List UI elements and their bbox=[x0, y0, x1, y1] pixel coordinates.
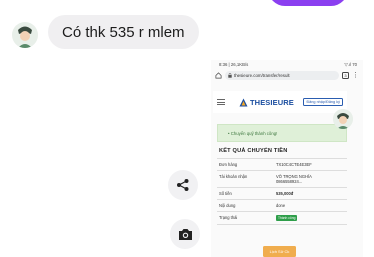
history-button: Lịch Sử Ck bbox=[263, 246, 296, 257]
browser-url-bar: thesieure.com/transfer/result 3 ⋮ bbox=[211, 69, 363, 82]
amount-value: 535,000đ bbox=[276, 191, 294, 196]
status-signal: ▽.ıl 70 bbox=[344, 61, 357, 67]
support-avatar-image bbox=[333, 109, 353, 129]
row-value: Thành công bbox=[276, 212, 347, 224]
recipient-account: 0866558924... bbox=[276, 179, 303, 184]
success-alert: • Chuyển quỹ thành công! bbox=[217, 124, 347, 142]
table-row: Đơn hàng TX10C4CTE4E3EF bbox=[217, 159, 347, 171]
row-label: Nội dung bbox=[219, 203, 236, 208]
table-row: Số tiền 535,000đ bbox=[217, 188, 347, 200]
table-row: Tài khoản nhận VÕ TRỌNG NGHĨA 0866558924… bbox=[217, 171, 347, 188]
more-menu-icon: ⋮ bbox=[352, 71, 359, 79]
success-message: Chuyển quỹ thành công! bbox=[230, 130, 278, 136]
url-text: thesieure.com/transfer/result bbox=[234, 73, 290, 78]
logo-text: THESIEURE bbox=[250, 97, 294, 107]
support-avatar bbox=[333, 109, 353, 129]
home-icon bbox=[215, 72, 222, 79]
row-value: VÕ TRỌNG NGHĨA 0866558924... bbox=[276, 171, 347, 187]
result-title: KẾT QUẢ CHUYỂN TIỀN bbox=[219, 148, 288, 154]
site-header: THESIEURE Đăng nhập/Đăng ký bbox=[213, 91, 347, 113]
row-label: Đơn hàng bbox=[219, 162, 238, 167]
logo-icon bbox=[239, 98, 248, 106]
row-label: Trạng thái bbox=[219, 215, 238, 220]
row-value: done bbox=[276, 203, 286, 208]
table-row: Trạng thái Thành công bbox=[217, 212, 347, 225]
row-label: Tài khoản nhận bbox=[219, 174, 248, 179]
sender-avatar[interactable] bbox=[12, 22, 38, 48]
site-logo: THESIEURE bbox=[239, 98, 294, 107]
tabs-icon: 3 bbox=[342, 72, 349, 79]
camera-button[interactable] bbox=[170, 219, 200, 249]
status-bar: 8:36 | 26,1KB/s ▽.ıl 70 bbox=[211, 60, 363, 69]
lock-icon bbox=[228, 73, 232, 78]
share-button[interactable] bbox=[168, 170, 198, 200]
tab-count: 3 bbox=[344, 73, 347, 78]
row-value: TX10C4CTE4E3EF bbox=[276, 162, 312, 167]
previous-message-bubble[interactable] bbox=[268, 0, 348, 6]
shared-screenshot[interactable]: 8:36 | 26,1KB/s ▽.ıl 70 thesieure.com/tr… bbox=[211, 60, 363, 257]
result-table: Đơn hàng TX10C4CTE4E3EF Tài khoản nhận V… bbox=[217, 158, 347, 225]
chat-message-bubble[interactable]: Có thk 535 r mlem bbox=[48, 15, 199, 49]
row-label: Số tiền bbox=[219, 191, 232, 196]
camera-icon bbox=[178, 228, 192, 240]
status-time: 8:36 | 26,1KB/s bbox=[219, 62, 249, 67]
table-row: Nội dung done bbox=[217, 200, 347, 212]
hamburger-menu-icon bbox=[217, 99, 225, 105]
url-field: thesieure.com/transfer/result bbox=[225, 71, 339, 80]
avatar-image bbox=[12, 22, 38, 48]
share-icon bbox=[177, 179, 189, 191]
status-badge: Thành công bbox=[276, 215, 298, 221]
chat-message-text: Có thk 535 r mlem bbox=[62, 23, 185, 41]
login-button: Đăng nhập/Đăng ký bbox=[303, 98, 343, 106]
